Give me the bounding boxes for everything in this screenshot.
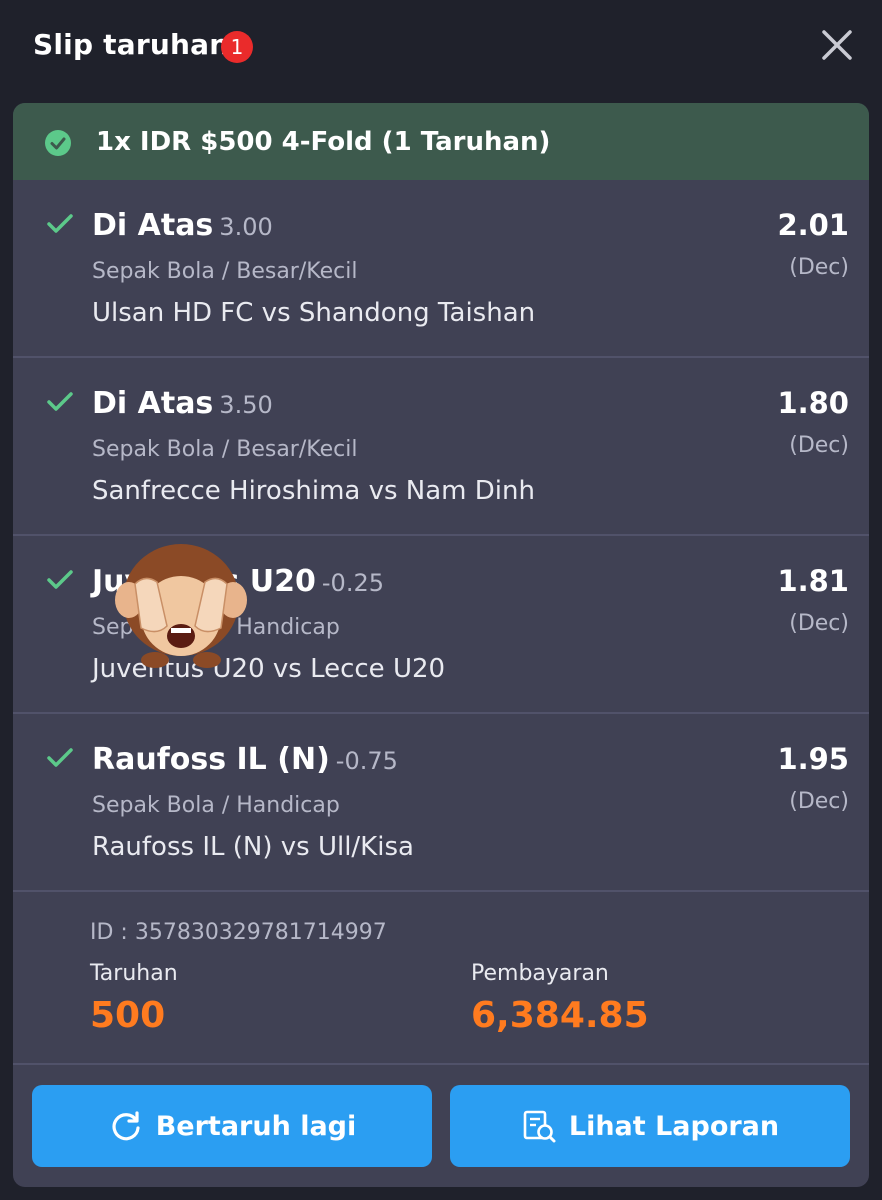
view-report-button-content: Lihat Laporan bbox=[450, 1085, 850, 1167]
odds-format: (Dec) bbox=[789, 789, 849, 814]
rebet-label: Bertaruh lagi bbox=[155, 1110, 357, 1142]
bet-market: Sepak Bola / Besar/Kecil bbox=[92, 259, 358, 284]
selection-line: -0.25 bbox=[321, 569, 384, 597]
bet-match: Raufoss IL (N) vs Ull/Kisa bbox=[92, 832, 414, 862]
selection-name: Di Atas bbox=[92, 208, 214, 243]
summary-text: 1x IDR $500 4-Fold (1 Taruhan) bbox=[96, 127, 551, 157]
report-search-icon bbox=[523, 1110, 556, 1143]
bet-summary: 1x IDR $500 4-Fold (1 Taruhan) bbox=[13, 103, 869, 180]
bet-match: Ulsan HD FC vs Shandong Taishan bbox=[92, 298, 536, 328]
bet-market: Sepak Bola / Besar/Kecil bbox=[92, 437, 358, 462]
close-button[interactable] bbox=[816, 24, 858, 66]
bet-selection: Di Atas 3.00 bbox=[92, 208, 273, 243]
stake-value: 500 bbox=[90, 995, 166, 1036]
check-icon bbox=[47, 570, 73, 589]
odds-format: (Dec) bbox=[789, 611, 849, 636]
see-no-evil-monkey-icon bbox=[115, 544, 247, 668]
payout-value: 6,384.85 bbox=[471, 995, 649, 1036]
bet-odds: 1.80 bbox=[777, 386, 849, 420]
view-report-label: Lihat Laporan bbox=[568, 1110, 780, 1142]
bet-count-badge: 1 bbox=[221, 31, 253, 63]
stake-label: Taruhan bbox=[90, 961, 178, 986]
close-icon bbox=[822, 30, 852, 60]
payout-label: Pembayaran bbox=[471, 961, 609, 986]
bet-match: Sanfrecce Hiroshima vs Nam Dinh bbox=[92, 476, 535, 506]
rebet-button[interactable]: Bertaruh lagi bbox=[32, 1085, 432, 1167]
bet-item: Di Atas 3.00 Sepak Bola / Besar/Kecil Uls… bbox=[13, 180, 869, 358]
rebet-button-content: Bertaruh lagi bbox=[32, 1085, 432, 1167]
bet-odds: 2.01 bbox=[777, 208, 849, 242]
bet-market: Sepak Bola / Handicap bbox=[92, 793, 340, 818]
selection-name: Di Atas bbox=[92, 386, 214, 421]
check-icon bbox=[47, 748, 73, 767]
odds-format: (Dec) bbox=[789, 255, 849, 280]
header: Slip taruhan 1 bbox=[0, 0, 882, 92]
bet-selection: Raufoss IL (N) -0.75 bbox=[92, 742, 398, 777]
bet-odds: 1.95 bbox=[777, 742, 849, 776]
bet-item: Di Atas 3.50 Sepak Bola / Besar/Kecil San… bbox=[13, 358, 869, 536]
slip-title: Slip taruhan bbox=[33, 28, 230, 61]
refresh-icon bbox=[112, 1111, 140, 1141]
selection-line: -0.75 bbox=[335, 747, 398, 775]
selection-name: Raufoss IL (N) bbox=[92, 742, 330, 777]
check-circle-icon bbox=[45, 130, 71, 156]
bet-info: ID : 357830329781714997 Taruhan 500 Pemb… bbox=[13, 891, 869, 1065]
bet-slip-card: 1x IDR $500 4-Fold (1 Taruhan) Di Atas 3.… bbox=[13, 103, 869, 1187]
selection-line: 3.00 bbox=[219, 213, 273, 241]
bet-selection: Di Atas 3.50 bbox=[92, 386, 273, 421]
selection-line: 3.50 bbox=[219, 391, 273, 419]
view-report-button[interactable]: Lihat Laporan bbox=[450, 1085, 850, 1167]
bet-id: ID : 357830329781714997 bbox=[90, 920, 387, 945]
bet-odds: 1.81 bbox=[777, 564, 849, 598]
check-icon bbox=[47, 392, 73, 411]
odds-format: (Dec) bbox=[789, 433, 849, 458]
check-icon bbox=[47, 214, 73, 233]
bet-item: Raufoss IL (N) -0.75 Sepak Bola / Handica… bbox=[13, 714, 869, 892]
